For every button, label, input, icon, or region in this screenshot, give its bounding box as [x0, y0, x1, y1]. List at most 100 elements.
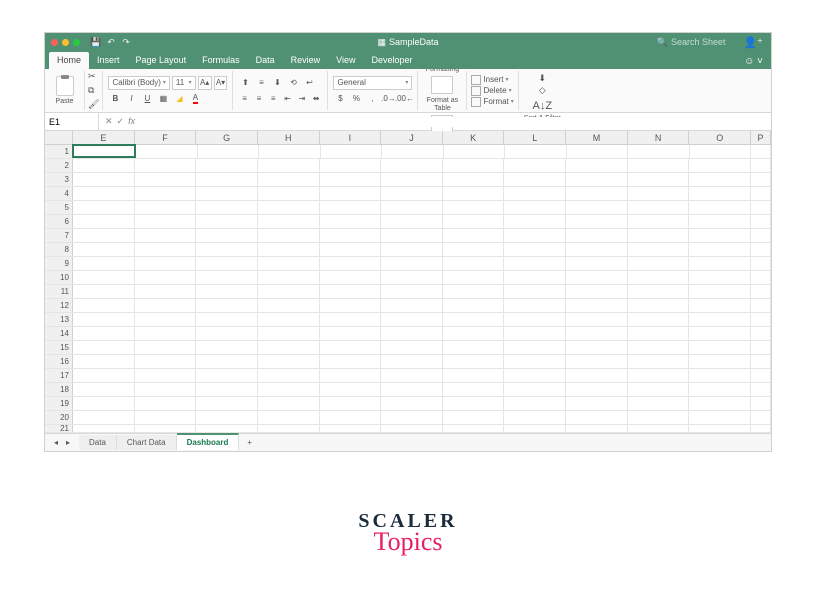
row-header[interactable]: 6 [45, 215, 73, 228]
cell[interactable] [258, 327, 320, 340]
last-sheet-icon[interactable]: ▸ [63, 438, 73, 448]
cell[interactable] [196, 285, 258, 298]
row-header[interactable]: 7 [45, 229, 73, 242]
cell[interactable] [258, 201, 320, 214]
cell[interactable] [258, 383, 320, 396]
cell[interactable] [258, 243, 320, 256]
wrap-text-icon[interactable]: ↩ [302, 76, 316, 90]
cell[interactable] [751, 425, 771, 432]
cell[interactable] [443, 159, 505, 172]
cell[interactable] [381, 187, 443, 200]
cell[interactable] [135, 411, 197, 424]
cell[interactable] [751, 327, 771, 340]
cell[interactable] [751, 341, 771, 354]
cell[interactable] [751, 355, 771, 368]
cell[interactable] [320, 285, 382, 298]
cell[interactable] [751, 159, 771, 172]
sheet-tab-dashboard[interactable]: Dashboard [177, 433, 240, 450]
cell[interactable] [566, 327, 628, 340]
cell[interactable] [689, 285, 751, 298]
cell[interactable] [628, 285, 690, 298]
format-as-table-button[interactable]: Format as Table [422, 76, 462, 112]
cell[interactable] [443, 341, 505, 354]
cell[interactable] [73, 383, 135, 396]
cell[interactable] [566, 383, 628, 396]
cell[interactable] [443, 411, 505, 424]
tab-review[interactable]: Review [283, 52, 329, 69]
col-header[interactable]: E [73, 131, 135, 144]
search-input[interactable] [671, 37, 741, 47]
row-header[interactable]: 1 [45, 145, 73, 158]
feedback-icon[interactable]: ☺ ˅ [744, 56, 763, 67]
cell[interactable] [628, 201, 690, 214]
cell[interactable] [751, 271, 771, 284]
cell[interactable] [566, 159, 628, 172]
cell[interactable] [566, 355, 628, 368]
cell[interactable] [381, 383, 443, 396]
cell[interactable] [320, 257, 382, 270]
cell[interactable] [321, 145, 382, 158]
cell[interactable] [381, 243, 443, 256]
increase-indent-icon[interactable]: ⇥ [296, 92, 308, 106]
row-header[interactable]: 18 [45, 383, 73, 396]
fill-icon[interactable]: ⬇ [539, 73, 547, 84]
cell[interactable] [320, 425, 382, 432]
cell[interactable] [443, 383, 505, 396]
cell[interactable] [381, 411, 443, 424]
format-button[interactable]: Format ▾ [471, 97, 513, 107]
italic-button[interactable]: I [124, 92, 138, 106]
cell[interactable] [135, 313, 197, 326]
tab-data[interactable]: Data [248, 52, 283, 69]
row-header[interactable]: 3 [45, 173, 73, 186]
cell[interactable] [689, 243, 751, 256]
cell[interactable] [689, 411, 751, 424]
font-color-icon[interactable]: A [188, 92, 202, 106]
cell[interactable] [751, 215, 771, 228]
cell[interactable] [504, 187, 566, 200]
fx-icon[interactable]: fx [128, 116, 135, 127]
cell[interactable] [258, 355, 320, 368]
cell[interactable] [689, 159, 751, 172]
cell[interactable] [196, 397, 258, 410]
cell[interactable] [382, 145, 443, 158]
cell[interactable] [381, 299, 443, 312]
cell[interactable] [443, 201, 505, 214]
add-sheet-button[interactable]: + [239, 435, 260, 450]
cell[interactable] [567, 145, 628, 158]
cell[interactable] [504, 229, 566, 242]
cell[interactable] [320, 229, 382, 242]
cell[interactable] [566, 187, 628, 200]
cell[interactable] [258, 313, 320, 326]
cell[interactable] [443, 425, 505, 432]
cell[interactable] [258, 397, 320, 410]
cell[interactable] [566, 369, 628, 382]
cell[interactable] [135, 285, 197, 298]
cell[interactable] [504, 243, 566, 256]
orientation-icon[interactable]: ⟲ [286, 76, 300, 90]
cell[interactable] [566, 285, 628, 298]
cell[interactable] [751, 397, 771, 410]
cell[interactable] [196, 201, 258, 214]
cell[interactable] [504, 285, 566, 298]
cell[interactable] [689, 299, 751, 312]
cell[interactable] [751, 201, 771, 214]
paste-icon[interactable] [56, 76, 74, 96]
cell[interactable] [689, 229, 751, 242]
increase-decimal-icon[interactable]: .0→ [381, 92, 395, 106]
minimize-dot[interactable] [62, 39, 69, 46]
cell[interactable] [135, 369, 197, 382]
cell[interactable] [258, 299, 320, 312]
cell[interactable] [73, 341, 135, 354]
cell[interactable] [381, 159, 443, 172]
cell[interactable] [689, 369, 751, 382]
cell[interactable] [628, 229, 690, 242]
row-header[interactable]: 16 [45, 355, 73, 368]
cell[interactable] [751, 243, 771, 256]
cell[interactable] [504, 215, 566, 228]
close-dot[interactable] [51, 39, 58, 46]
cell[interactable] [135, 159, 197, 172]
cell[interactable] [135, 215, 197, 228]
cell[interactable] [566, 243, 628, 256]
cell[interactable] [320, 411, 382, 424]
col-header[interactable]: N [628, 131, 690, 144]
